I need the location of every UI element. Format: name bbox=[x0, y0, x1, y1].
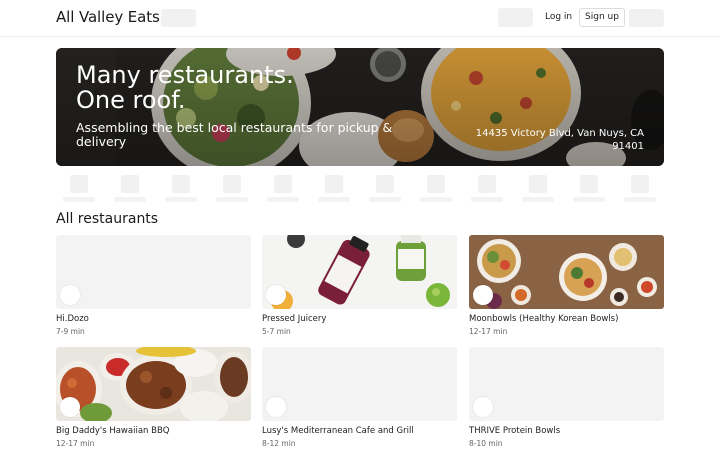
category-label-placeholder bbox=[471, 197, 503, 202]
restaurant-image bbox=[469, 235, 664, 309]
category-label-placeholder bbox=[216, 197, 248, 202]
hero-subtitle: Assembling the best local restaurants fo… bbox=[76, 120, 393, 149]
category-item[interactable] bbox=[216, 175, 248, 203]
hero-banner: Many restaurants. One roof. Assembling t… bbox=[56, 48, 664, 166]
restaurant-eta: 8-10 min bbox=[469, 439, 503, 448]
restaurant-image bbox=[56, 235, 251, 309]
restaurant-name: Pressed Juicery bbox=[262, 314, 327, 324]
category-strip bbox=[63, 175, 663, 203]
restaurant-name: Big Daddy's Hawaiian BBQ bbox=[56, 426, 170, 436]
restaurant-eta: 12-17 min bbox=[56, 439, 95, 448]
restaurant-card[interactable]: THRIVE Protein Bowls 8-10 min bbox=[469, 347, 664, 452]
category-label-placeholder bbox=[267, 197, 299, 202]
category-item[interactable] bbox=[471, 175, 503, 203]
restaurant-logo bbox=[473, 285, 493, 305]
restaurant-logo bbox=[60, 285, 80, 305]
restaurant-image bbox=[262, 235, 457, 309]
korean-bowls-image bbox=[469, 235, 664, 309]
category-label-placeholder bbox=[165, 197, 197, 202]
restaurant-eta: 8-12 min bbox=[262, 439, 296, 448]
restaurant-name: THRIVE Protein Bowls bbox=[469, 426, 561, 436]
hero-title: Many restaurants. One roof. bbox=[76, 63, 294, 113]
category-label-placeholder bbox=[114, 197, 146, 202]
category-item[interactable] bbox=[369, 175, 401, 203]
category-icon bbox=[376, 175, 394, 193]
signup-button[interactable]: Sign up bbox=[579, 8, 625, 27]
restaurant-image bbox=[469, 347, 664, 421]
restaurant-card[interactable]: Lusy's Mediterranean Cafe and Grill 8-12… bbox=[262, 347, 457, 452]
category-icon bbox=[223, 175, 241, 193]
category-icon bbox=[172, 175, 190, 193]
category-label-placeholder bbox=[522, 197, 554, 202]
restaurant-logo bbox=[473, 397, 493, 417]
category-item[interactable] bbox=[165, 175, 197, 203]
restaurant-logo bbox=[266, 285, 286, 305]
category-icon bbox=[427, 175, 445, 193]
category-icon bbox=[580, 175, 598, 193]
category-item[interactable] bbox=[624, 175, 656, 203]
hawaiian-bbq-image bbox=[56, 347, 251, 421]
category-item[interactable] bbox=[573, 175, 605, 203]
hero-title-line1: Many restaurants. bbox=[76, 61, 294, 89]
category-item[interactable] bbox=[420, 175, 452, 203]
restaurant-eta: 5-7 min bbox=[262, 327, 291, 336]
restaurant-logo bbox=[60, 397, 80, 417]
restaurant-image bbox=[262, 347, 457, 421]
restaurant-card[interactable]: Pressed Juicery 5-7 min bbox=[262, 235, 457, 340]
hero-title-line2: One roof. bbox=[76, 86, 186, 114]
category-label-placeholder bbox=[573, 197, 605, 202]
top-nav-bar: All Valley Eats Log in Sign up bbox=[0, 0, 720, 37]
restaurant-name: Moonbowls (Healthy Korean Bowls) bbox=[469, 314, 619, 324]
restaurant-name: Lusy's Mediterranean Cafe and Grill bbox=[262, 426, 414, 436]
category-icon bbox=[274, 175, 292, 193]
restaurant-eta: 12-17 min bbox=[469, 327, 508, 336]
category-label-placeholder bbox=[318, 197, 350, 202]
location-selector-placeholder[interactable] bbox=[161, 9, 196, 27]
restaurant-card[interactable]: Big Daddy's Hawaiian BBQ 12-17 min bbox=[56, 347, 251, 452]
category-label-placeholder bbox=[624, 197, 656, 202]
restaurant-eta: 7-9 min bbox=[56, 327, 85, 336]
category-item[interactable] bbox=[318, 175, 350, 203]
category-icon bbox=[121, 175, 139, 193]
category-icon bbox=[70, 175, 88, 193]
menu-button-placeholder[interactable] bbox=[629, 9, 664, 27]
cart-button-placeholder[interactable] bbox=[498, 8, 533, 27]
category-item[interactable] bbox=[522, 175, 554, 203]
category-icon bbox=[631, 175, 649, 193]
category-icon bbox=[478, 175, 496, 193]
section-title: All restaurants bbox=[56, 211, 159, 227]
restaurant-image bbox=[56, 347, 251, 421]
category-item[interactable] bbox=[63, 175, 95, 203]
category-label-placeholder bbox=[369, 197, 401, 202]
category-item[interactable] bbox=[267, 175, 299, 203]
restaurant-logo bbox=[266, 397, 286, 417]
category-label-placeholder bbox=[420, 197, 452, 202]
restaurant-name: Hi.Dozo bbox=[56, 314, 89, 324]
category-icon bbox=[529, 175, 547, 193]
brand-name[interactable]: All Valley Eats bbox=[56, 8, 160, 26]
restaurant-card[interactable]: Hi.Dozo 7-9 min bbox=[56, 235, 251, 340]
category-icon bbox=[325, 175, 343, 193]
juice-bottles-image bbox=[262, 235, 457, 309]
category-label-placeholder bbox=[63, 197, 95, 202]
category-item[interactable] bbox=[114, 175, 146, 203]
login-button[interactable]: Log in bbox=[539, 7, 578, 27]
restaurant-card[interactable]: Moonbowls (Healthy Korean Bowls) 12-17 m… bbox=[469, 235, 664, 340]
hero-address: 14435 Victory Blvd, Van Nuys, CA 91401 bbox=[475, 128, 644, 152]
